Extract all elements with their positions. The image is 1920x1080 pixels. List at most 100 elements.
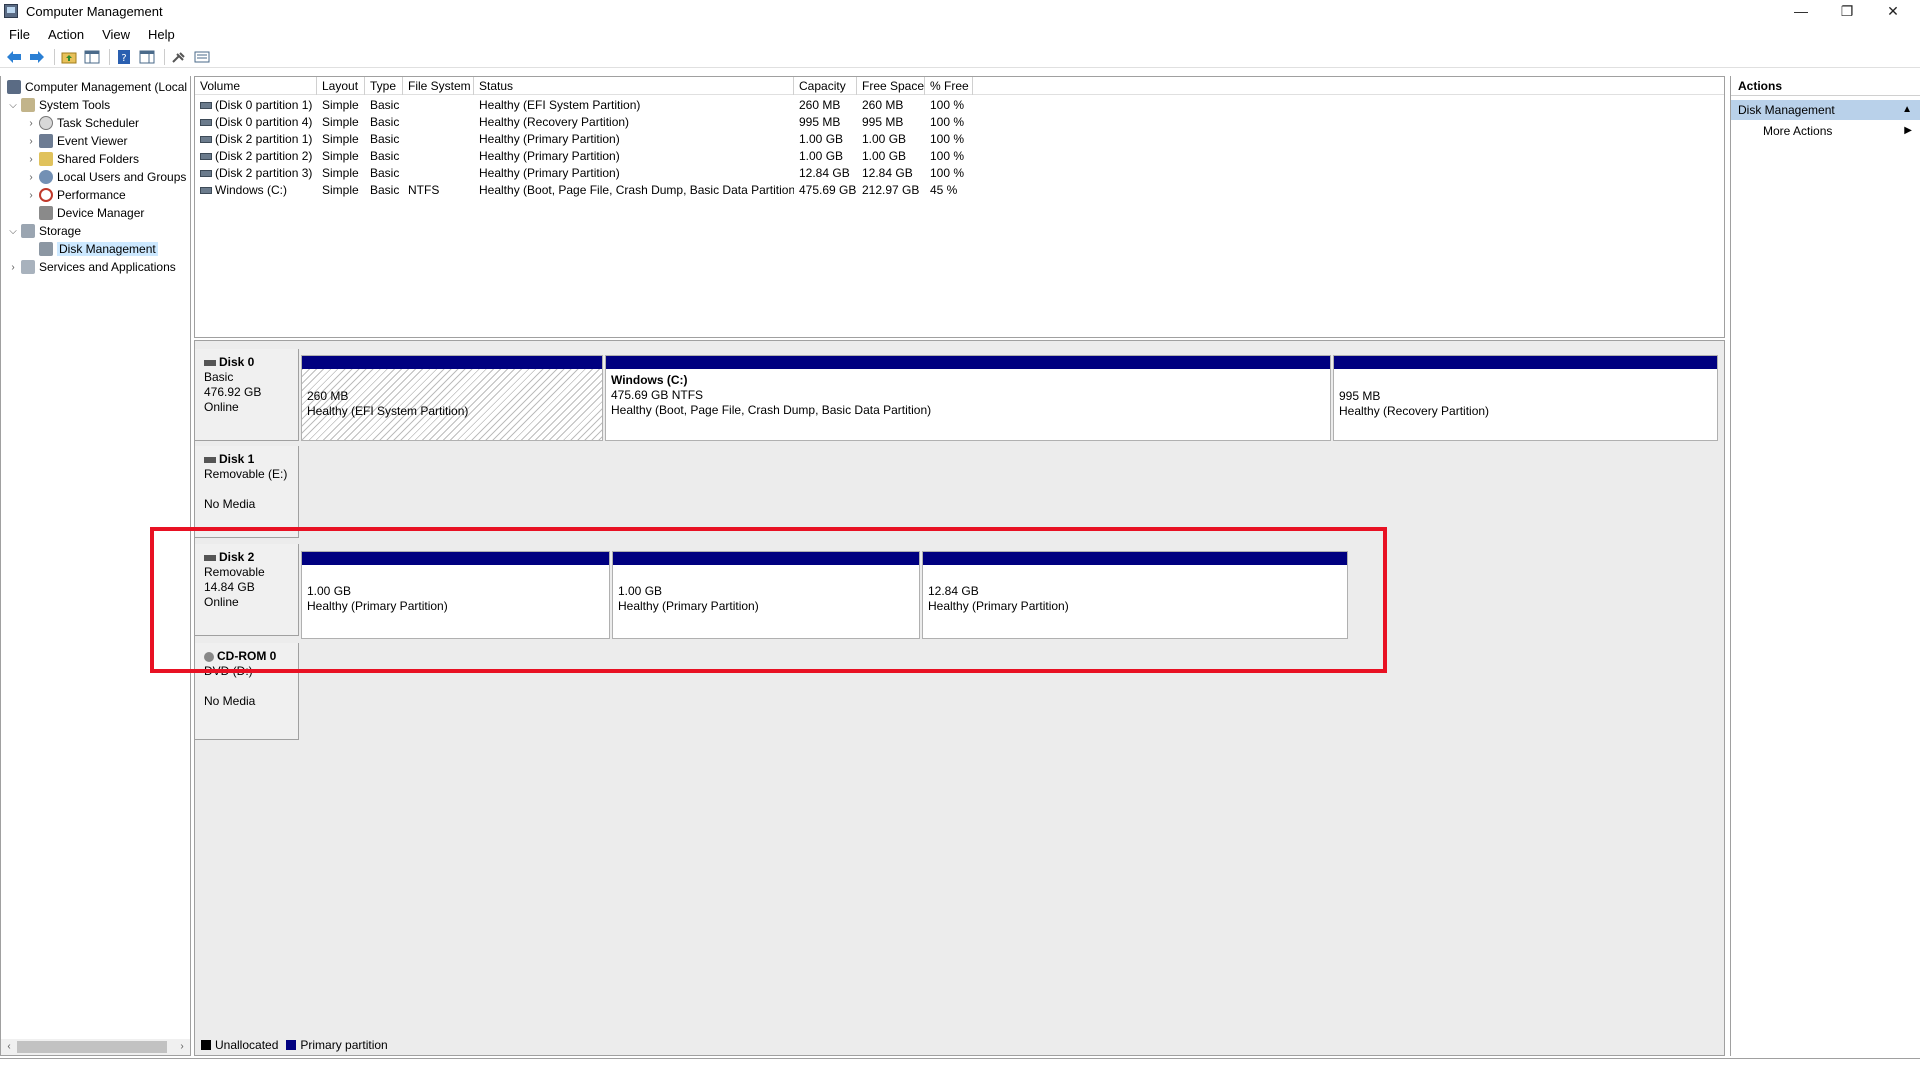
scroll-left-icon[interactable]: ‹ [1, 1039, 17, 1055]
disk-2-partition-3[interactable]: 12.84 GB Healthy (Primary Partition) [922, 551, 1348, 639]
help-icon[interactable]: ? [114, 48, 134, 66]
volume-list: Volume Layout Type File System Status Ca… [194, 76, 1725, 338]
up-folder-icon[interactable] [59, 48, 79, 66]
chevron-right-icon[interactable]: › [25, 172, 37, 183]
collapse-up-icon[interactable]: ▲ [1902, 100, 1912, 120]
cell-volume: Windows (C:) [195, 182, 317, 199]
volume-row[interactable]: (Disk 2 partition 3) Simple Basic Healthy (… [195, 165, 1724, 182]
tree-item-computer-management[interactable]: Computer Management (Local [5, 78, 187, 96]
cell-free-space: 1.00 GB [862, 149, 907, 163]
volume-row[interactable]: (Disk 2 partition 2) Simple Basic Healthy (… [195, 148, 1724, 165]
show-hide-tree-icon[interactable] [82, 48, 102, 66]
disk-2-label[interactable]: Disk 2 Removable 14.84 GB Online [195, 544, 299, 636]
close-button[interactable]: ✕ [1870, 0, 1916, 22]
navigation-tree: Computer Management (Local ⌵ System Tool… [0, 76, 191, 1056]
chevron-right-icon[interactable]: › [25, 190, 37, 201]
cell-volume: (Disk 2 partition 1) [195, 131, 317, 148]
cell-volume: (Disk 0 partition 4) [195, 114, 317, 131]
disk-icon [204, 554, 216, 561]
forward-arrow-icon[interactable] [27, 48, 47, 66]
actions-section-disk-management[interactable]: Disk Management ▲ [1731, 100, 1920, 120]
volume-row[interactable]: (Disk 2 partition 1) Simple Basic Healthy (… [195, 131, 1724, 148]
unallocated-swatch [201, 1040, 211, 1050]
chevron-down-icon[interactable]: ⌵ [7, 100, 19, 111]
disk-0-partition-windows[interactable]: Windows (C:) 475.69 GB NTFS Healthy (Boo… [605, 355, 1331, 441]
tree-horizontal-scrollbar[interactable]: ‹ › [1, 1039, 190, 1055]
toolbar: ? [0, 46, 1920, 68]
cell-layout: Simple [322, 98, 359, 112]
volume-row[interactable]: (Disk 0 partition 4) Simple Basic Healthy (… [195, 114, 1724, 131]
disk-0-partition-recovery[interactable]: 995 MB Healthy (Recovery Partition) [1333, 355, 1718, 441]
cell-status: Healthy (EFI System Partition) [479, 98, 641, 112]
tree-item-performance[interactable]: › Performance [25, 186, 126, 204]
chevron-right-icon[interactable]: › [25, 154, 37, 165]
computer-management-icon [4, 4, 18, 18]
menu-action[interactable]: Action [39, 27, 93, 42]
legend-unallocated: Unallocated [215, 1038, 279, 1052]
volume-row[interactable]: Windows (C:) Simple Basic NTFS Healthy (Boot… [195, 182, 1724, 199]
column-volume[interactable]: Volume [195, 77, 317, 95]
tree-item-event-viewer[interactable]: › Event Viewer [25, 132, 127, 150]
tree-item-shared-folders[interactable]: › Shared Folders [25, 150, 139, 168]
shared-folder-icon [39, 152, 53, 166]
disk-2-partition-2[interactable]: 1.00 GB Healthy (Primary Partition) [612, 551, 920, 639]
disk-0-label[interactable]: Disk 0 Basic 476.92 GB Online [195, 349, 299, 441]
cell-status: Healthy (Primary Partition) [479, 149, 620, 163]
scrollbar-thumb[interactable] [17, 1041, 167, 1053]
legend-primary: Primary partition [300, 1038, 388, 1052]
tree-item-local-users[interactable]: › Local Users and Groups [25, 168, 186, 186]
properties-pane-icon[interactable] [137, 48, 157, 66]
cell-type: Basic [370, 98, 400, 112]
users-icon [39, 170, 53, 184]
tree-item-task-scheduler[interactable]: › Task Scheduler [25, 114, 139, 132]
cell-type: Basic [370, 115, 400, 129]
tree-item-storage[interactable]: ⌵ Storage [7, 222, 81, 240]
menu-help[interactable]: Help [139, 27, 184, 42]
column-free-space[interactable]: Free Space [857, 77, 925, 95]
tree-item-system-tools[interactable]: ⌵ System Tools [7, 96, 110, 114]
column-status[interactable]: Status [474, 77, 794, 95]
cell-status: Healthy (Recovery Partition) [479, 115, 630, 129]
volume-row[interactable]: (Disk 0 partition 1) Simple Basic Healthy (… [195, 97, 1724, 114]
disk-0-partition-efi[interactable]: 260 MB Healthy (EFI System Partition) [301, 355, 603, 441]
column-percent-free[interactable]: % Free [925, 77, 973, 95]
disk-1-label[interactable]: Disk 1 Removable (E:) No Media [195, 446, 299, 538]
tree-item-disk-management[interactable]: Disk Management [25, 240, 158, 258]
tree-item-services-applications[interactable]: › Services and Applications [7, 258, 176, 276]
connect-icon[interactable] [169, 48, 189, 66]
cell-capacity: 995 MB [799, 115, 841, 129]
services-icon [21, 260, 35, 274]
minimize-button[interactable]: — [1778, 0, 1824, 22]
cell-percent-free: 100 % [930, 166, 965, 180]
cell-capacity: 260 MB [799, 98, 841, 112]
cdrom-0-label[interactable]: CD-ROM 0 DVD (D:) No Media [195, 643, 299, 740]
primary-swatch [286, 1040, 297, 1050]
tree-item-device-manager[interactable]: Device Manager [25, 204, 144, 222]
menu-file[interactable]: File [0, 27, 39, 42]
cell-free-space: 12.84 GB [862, 166, 913, 180]
device-manager-icon [39, 206, 53, 220]
column-capacity[interactable]: Capacity [794, 77, 857, 95]
column-layout[interactable]: Layout [317, 77, 365, 95]
chevron-right-icon[interactable]: › [7, 262, 19, 273]
chevron-right-icon[interactable]: › [25, 118, 37, 129]
scroll-right-icon[interactable]: › [174, 1039, 190, 1055]
cell-volume: (Disk 0 partition 1) [195, 97, 317, 114]
chevron-down-icon[interactable]: ⌵ [7, 226, 19, 237]
chevron-right-icon[interactable]: › [25, 136, 37, 147]
back-arrow-icon[interactable] [4, 48, 24, 66]
clock-icon [39, 116, 53, 130]
cell-free-space: 995 MB [862, 115, 904, 129]
cell-file-system [403, 114, 474, 131]
disk-2-partition-1[interactable]: 1.00 GB Healthy (Primary Partition) [301, 551, 610, 639]
more-actions-item[interactable]: More Actions ▶ [1731, 120, 1920, 142]
column-type[interactable]: Type [365, 77, 403, 95]
cell-capacity: 475.69 GB [799, 183, 857, 197]
column-file-system[interactable]: File System [403, 77, 474, 95]
cell-volume: (Disk 2 partition 2) [195, 148, 317, 165]
list-view-icon[interactable] [192, 48, 212, 66]
cell-free-space: 1.00 GB [862, 132, 907, 146]
cell-type: Basic [370, 132, 400, 146]
menu-view[interactable]: View [93, 27, 139, 42]
restore-button[interactable]: ❐ [1824, 0, 1870, 22]
